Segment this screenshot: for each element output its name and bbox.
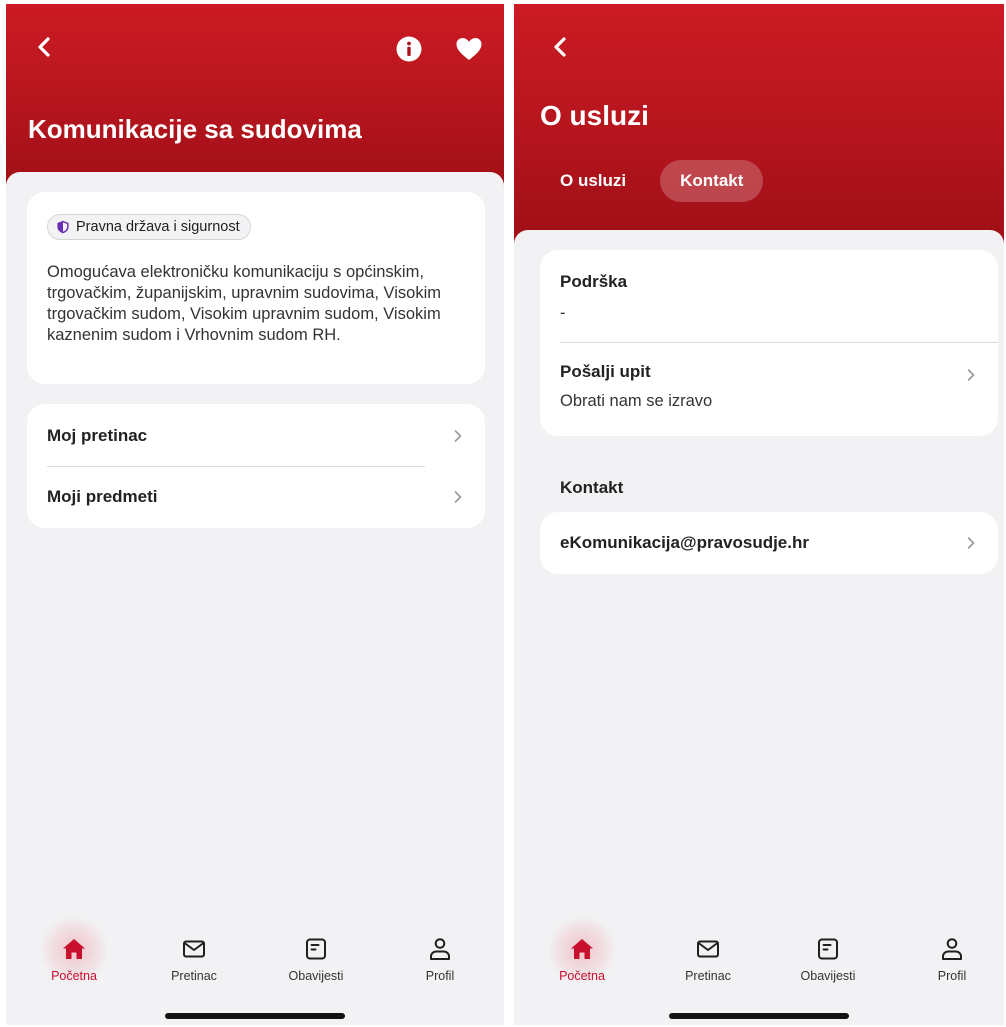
right-phone-screen: O usluzi O usluzi Kontakt Podrška - Poša…: [514, 4, 1004, 1025]
envelope-icon: [697, 940, 719, 958]
back-chevron-icon[interactable]: [546, 32, 576, 62]
envelope-icon: [183, 940, 205, 958]
segment-tabs: O usluzi Kontakt: [544, 160, 764, 202]
bottom-tab-bar: Početna Pretinac Obavijesti Profil: [6, 915, 504, 1025]
contact-email-row[interactable]: eKomunikacija@pravosudje.hr: [560, 513, 978, 573]
chevron-right-icon: [454, 430, 462, 442]
content-sheet: Podrška - Pošalji upit Obrati nam se izr…: [514, 230, 1004, 1025]
send-query-row[interactable]: Pošalji upit Obrati nam se izravo: [560, 346, 978, 430]
about-header: O usluzi O usluzi Kontakt: [514, 4, 1004, 244]
contact-section-label: Kontakt: [560, 478, 624, 497]
support-divider: [560, 342, 998, 343]
link-label: Moji predmeti: [47, 487, 158, 506]
chevron-right-icon: [967, 537, 975, 549]
tab-label: Profil: [425, 969, 455, 983]
home-indicator: [669, 1013, 849, 1019]
tab-obavijesti[interactable]: Obavijesti: [780, 935, 876, 983]
support-value: -: [560, 304, 566, 322]
tab-pocetna[interactable]: Početna: [534, 915, 630, 985]
notice-icon: [818, 938, 838, 960]
chevron-right-icon: [967, 369, 975, 381]
user-icon: [430, 938, 450, 960]
info-icon[interactable]: [394, 34, 424, 64]
home-icon: [63, 939, 85, 959]
service-links-card: Moj pretinac Moji predmeti: [27, 404, 485, 528]
support-card: Podrška - Pošalji upit Obrati nam se izr…: [540, 250, 998, 436]
tab-label: Profil: [937, 969, 967, 983]
tab-label: Pretinac: [171, 969, 217, 983]
tab-obavijesti[interactable]: Obavijesti: [268, 935, 364, 983]
tab-kontakt[interactable]: Kontakt: [660, 160, 764, 202]
link-label: Moj pretinac: [47, 426, 148, 445]
page-title: Komunikacije sa sudovima: [28, 114, 362, 144]
tab-pretinac[interactable]: Pretinac: [660, 935, 756, 983]
back-chevron-icon[interactable]: [30, 32, 60, 62]
screenshot-stage: Komunikacije sa sudovima Pravna država i…: [0, 0, 1006, 1027]
notice-icon: [306, 938, 326, 960]
link-moj-pretinac[interactable]: Moj pretinac: [47, 406, 465, 466]
bottom-tab-bar: Početna Pretinac Obavijesti Profil: [514, 915, 1004, 1025]
send-query-title: Pošalji upit: [560, 362, 651, 381]
shield-icon: [57, 220, 69, 234]
page-title: O usluzi: [540, 100, 649, 131]
contact-email: eKomunikacija@pravosudje.hr: [560, 533, 809, 552]
tab-label: Pretinac: [685, 969, 731, 983]
contact-card: eKomunikacija@pravosudje.hr: [540, 512, 998, 574]
tab-profil[interactable]: Profil: [392, 935, 488, 983]
send-query-text: Pošalji upit Obrati nam se izravo: [560, 362, 712, 411]
link-moji-predmeti[interactable]: Moji predmeti: [47, 467, 465, 527]
user-icon: [942, 938, 962, 960]
tab-label: Obavijesti: [800, 969, 856, 983]
support-title: Podrška: [560, 272, 628, 291]
home-icon: [571, 939, 593, 959]
tab-profil[interactable]: Profil: [904, 935, 1000, 983]
tab-label: Obavijesti: [288, 969, 344, 983]
tab-label: Početna: [559, 969, 605, 983]
category-chip[interactable]: Pravna država i sigurnost: [47, 214, 251, 240]
left-phone-screen: Komunikacije sa sudovima Pravna država i…: [6, 4, 504, 1025]
service-info-card: Pravna država i sigurnost Omogućava elek…: [27, 192, 485, 384]
service-description: Omogućava elektroničku komunikaciju s op…: [47, 263, 441, 344]
service-header: Komunikacije sa sudovima: [6, 4, 504, 194]
heart-icon[interactable]: [454, 34, 484, 64]
tab-label: Početna: [51, 969, 97, 983]
category-chip-label: Pravna država i sigurnost: [76, 219, 240, 235]
home-indicator: [165, 1013, 345, 1019]
tab-pocetna[interactable]: Početna: [26, 915, 122, 985]
tab-o-usluzi[interactable]: O usluzi: [544, 160, 646, 202]
chevron-right-icon: [454, 491, 462, 503]
send-query-subtitle: Obrati nam se izravo: [560, 392, 713, 410]
content-sheet: Pravna država i sigurnost Omogućava elek…: [6, 172, 504, 1025]
tab-pretinac[interactable]: Pretinac: [146, 935, 242, 983]
